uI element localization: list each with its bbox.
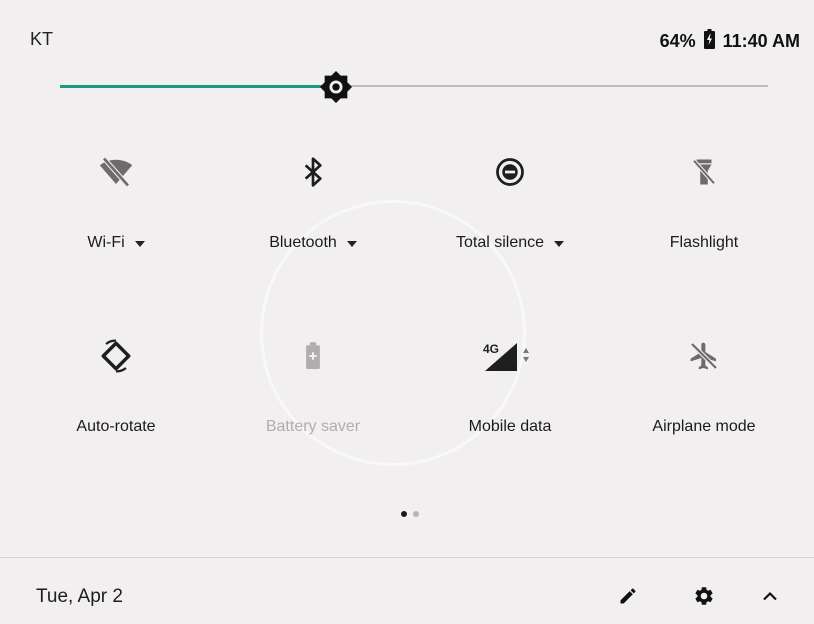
page-dot-active xyxy=(401,511,407,517)
page-dot xyxy=(413,511,419,517)
bluetooth-icon xyxy=(291,150,335,194)
tile-total-silence[interactable]: Total silence xyxy=(420,150,600,252)
tile-label-mobile-data: Mobile data xyxy=(468,418,552,435)
settings-button[interactable] xyxy=(686,578,722,614)
do-not-disturb-icon xyxy=(488,150,532,194)
tile-airplane-mode[interactable]: Airplane mode xyxy=(614,334,794,436)
airplane-mode-off-icon xyxy=(682,334,726,378)
wifi-off-icon xyxy=(94,150,138,194)
tile-label-flashlight: Flashlight xyxy=(669,234,739,251)
mobile-data-icon: 4G xyxy=(475,334,545,378)
tile-flashlight[interactable]: Flashlight xyxy=(614,150,794,252)
carrier-name: KT xyxy=(30,29,54,49)
edit-button[interactable] xyxy=(610,578,646,614)
tile-battery-saver[interactable]: Battery saver xyxy=(223,334,403,436)
chevron-down-icon[interactable] xyxy=(554,234,565,252)
tile-auto-rotate[interactable]: Auto-rotate xyxy=(26,334,206,436)
tile-label-bluetooth: Bluetooth xyxy=(269,234,337,251)
quick-settings-footer: Tue, Apr 2 xyxy=(0,558,814,624)
network-type-label: 4G xyxy=(483,342,499,356)
battery-saver-icon xyxy=(291,334,335,378)
tile-label-airplane-mode: Airplane mode xyxy=(652,418,756,435)
clock-time: 11:40 AM xyxy=(722,31,800,51)
tile-bluetooth[interactable]: Bluetooth xyxy=(223,150,403,252)
battery-percent: 64% xyxy=(659,31,696,51)
tile-label-auto-rotate: Auto-rotate xyxy=(76,418,156,435)
tile-label-battery-saver: Battery saver xyxy=(265,418,361,435)
pencil-icon xyxy=(620,588,636,604)
gear-icon xyxy=(695,587,713,605)
chevron-up-icon xyxy=(763,591,777,601)
brightness-thumb[interactable] xyxy=(317,68,355,106)
flashlight-off-icon xyxy=(682,150,726,194)
brightness-icon xyxy=(319,70,353,104)
tile-mobile-data[interactable]: 4G Mobile data xyxy=(420,334,600,436)
tile-label-wifi: Wi-Fi xyxy=(87,234,125,251)
date-label[interactable]: Tue, Apr 2 xyxy=(36,586,123,608)
chevron-down-icon[interactable] xyxy=(346,234,357,252)
tile-wifi[interactable]: Wi-Fi xyxy=(26,150,206,252)
collapse-button[interactable] xyxy=(752,578,788,614)
status-right: 64% 11:40 AM xyxy=(660,29,800,54)
battery-charging-icon xyxy=(703,29,715,54)
page-indicator xyxy=(401,511,419,517)
brightness-fill xyxy=(60,85,336,88)
auto-rotate-icon xyxy=(94,334,138,378)
brightness-slider[interactable] xyxy=(60,70,768,104)
chevron-down-icon[interactable] xyxy=(134,234,145,252)
tile-label-total-silence: Total silence xyxy=(455,234,545,251)
status-bar: KT 64% 11:40 AM xyxy=(0,0,814,70)
